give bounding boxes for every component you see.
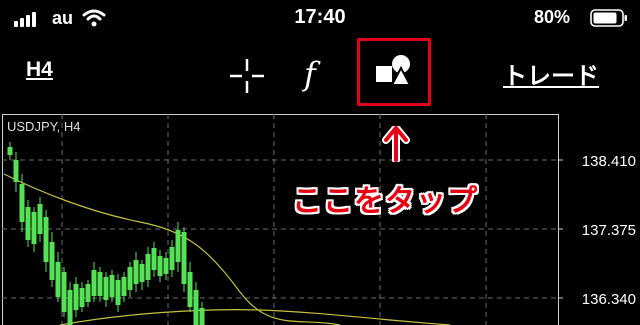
candle-body [151, 248, 157, 270]
candle-body [193, 290, 199, 325]
candle-body [145, 254, 151, 280]
shapes-icon [376, 55, 412, 86]
tap-instruction: ここをタップ [292, 185, 478, 218]
trade-button[interactable]: トレード [503, 56, 599, 91]
candle-body [133, 260, 139, 284]
candle-body [85, 284, 91, 302]
price-label: 137.375 [582, 222, 636, 239]
candle-body [91, 270, 97, 296]
candle-body [187, 272, 193, 307]
candle-body [97, 272, 103, 296]
candle-body [127, 267, 133, 290]
candle-body [199, 308, 205, 325]
candle-body [157, 256, 163, 276]
battery-percentage: 80% [534, 7, 571, 27]
candle-body [37, 204, 43, 234]
arrow-up-icon [382, 126, 410, 162]
indicator-button[interactable]: f [304, 55, 316, 93]
candle-body [13, 160, 19, 182]
objects-button[interactable] [357, 38, 431, 106]
candle-body [55, 262, 61, 297]
candle-body [67, 290, 73, 325]
candle-body [169, 247, 175, 270]
price-label: 136.340 [582, 291, 636, 308]
timeframe-button[interactable]: H4 [26, 58, 53, 82]
candle-body [19, 184, 25, 222]
candle-body [109, 275, 115, 297]
candle-body [7, 147, 13, 155]
candle-body [31, 212, 37, 244]
candle-body [103, 277, 109, 300]
candle-body [115, 280, 121, 305]
price-label: 138.410 [582, 153, 636, 170]
candle-body [79, 288, 85, 307]
candle-body [163, 258, 169, 274]
candle-body [25, 207, 31, 240]
candle-body [175, 230, 181, 262]
candle-body [139, 264, 145, 282]
candle-body [181, 232, 187, 284]
battery-icon [590, 9, 627, 27]
candle-body [61, 272, 67, 312]
candle-body [49, 242, 55, 280]
symbol-label: USDJPY, H4 [7, 119, 81, 134]
candle-body [121, 277, 127, 296]
candle-body [73, 284, 79, 310]
crosshair-icon[interactable] [228, 57, 266, 95]
candle-body [43, 217, 49, 262]
